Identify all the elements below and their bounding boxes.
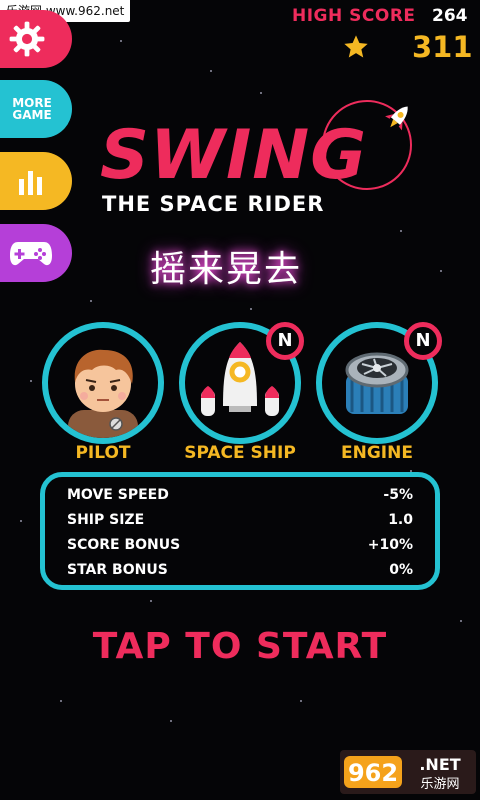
chinese-title: 摇来晃去 [150,249,303,290]
engine-new-badge: N [404,322,442,360]
stat-value: 0% [389,562,413,578]
stat-value: +10% [367,537,413,553]
stat-name: MOVE SPEED [67,487,169,503]
stats-panel: MOVE SPEED -5% SHIP SIZE 1.0 SCORE BONUS… [40,472,440,590]
stat-row: SCORE BONUS +10% [67,537,413,559]
rocket-icon [385,106,408,131]
watermark-logo-net: .NET [419,755,460,774]
watermark-logo-sub: 乐游网 [420,777,459,792]
stat-name: SCORE BONUS [67,537,181,553]
high-score-label: HIGH SCORE [292,6,416,26]
pilot-label: PILOT [75,443,131,463]
gamepad-icon [10,242,52,266]
stat-name: STAR BONUS [67,562,168,578]
star-count: 311 [412,30,473,64]
engine-label: ENGINE [341,443,413,463]
settings-button[interactable] [0,10,72,68]
stat-value: 1.0 [388,512,413,528]
more-game-line2: GAME [12,108,52,122]
stat-row: MOVE SPEED -5% [67,487,413,509]
gear-icon [9,21,45,57]
star-icon [344,35,368,58]
tap-to-start-button[interactable]: TAP TO START [0,626,480,667]
more-game-button[interactable]: MORE GAME [0,80,72,138]
game-subtitle: THE SPACE RIDER [102,192,325,216]
spaceship-label: SPACE SHIP [184,443,296,463]
spaceship-new-badge: N [266,322,304,360]
stat-value: -5% [383,487,413,503]
games-button[interactable] [0,224,72,282]
bar-chart-icon [19,171,42,195]
pilot-selector[interactable] [42,322,164,444]
watermark-logo-number: 962 [348,759,398,787]
stat-row: SHIP SIZE 1.0 [67,512,413,534]
pilot-avatar [68,349,138,438]
high-score-value: 264 [432,6,468,26]
stat-row: STAR BONUS 0% [67,562,413,584]
game-title: SWING [100,116,368,195]
stat-name: SHIP SIZE [67,512,145,528]
stats-button[interactable] [0,152,72,210]
watermark-logo: 962 .NET 乐游网 [340,750,476,794]
